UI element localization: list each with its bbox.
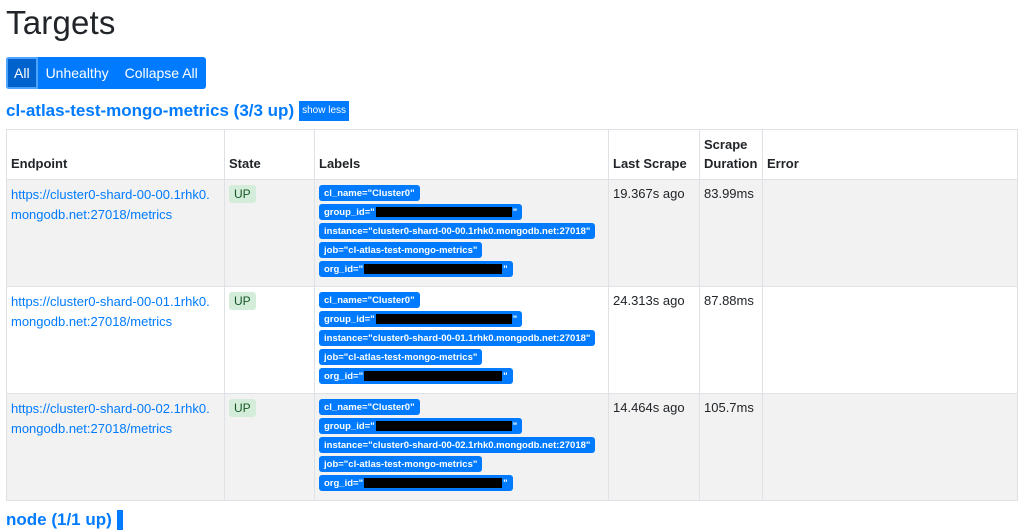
next-job-name-link[interactable]: node (1/1 up) [6, 510, 112, 530]
label-cl-name: cl_name="Cluster0" [319, 399, 420, 415]
redacted-value [364, 478, 503, 488]
label-org-id-suffix: " [503, 370, 508, 382]
last-scrape-cell: 24.313s ago [608, 286, 700, 394]
label-job: job="cl-atlas-test-mongo-metrics" [319, 242, 483, 258]
endpoint-link[interactable]: https://cluster0-shard-00-02.1rhk0. mong… [11, 401, 210, 436]
endpoint-cell: https://cluster0-shard-00-01.1rhk0. mong… [6, 286, 225, 394]
endpoint-line2: mongodb.net:27018/metrics [11, 314, 173, 329]
label-org-id-suffix: " [503, 263, 508, 275]
state-cell: UP [224, 286, 315, 394]
endpoint-line1: https://cluster0-shard-00-02.1rhk0. [11, 401, 210, 416]
label-org-id: org_id=" " [319, 261, 513, 277]
label-instance: instance="cluster0-shard-00-01.1rhk0.mon… [319, 330, 596, 346]
targets-table: Endpoint State Labels Last Scrape Scrape… [6, 129, 1018, 501]
label-group-id: group_id=" " [319, 204, 523, 220]
endpoint-line2: mongodb.net:27018/metrics [11, 207, 173, 222]
label-group-id-prefix: group_id=" [324, 206, 375, 218]
labels-cell: cl_name="Cluster0" group_id=" " instance=… [314, 393, 609, 501]
error-cell [762, 393, 1018, 501]
redacted-value [375, 421, 512, 431]
label-org-id-suffix: " [503, 477, 508, 489]
labels-cell: cl_name="Cluster0" group_id=" " instance=… [314, 286, 609, 394]
last-scrape-cell: 19.367s ago [608, 179, 700, 287]
label-group-id-prefix: group_id=" [324, 420, 375, 432]
scrape-duration-cell: 83.99ms [699, 179, 763, 287]
last-scrape-cell: 14.464s ago [608, 393, 700, 501]
scrape-duration-cell: 87.88ms [699, 286, 763, 394]
labels-cell: cl_name="Cluster0" group_id=" " instance=… [314, 179, 609, 287]
label-org-id-prefix: org_id=" [324, 477, 364, 489]
filter-all-button[interactable]: All [6, 57, 38, 89]
label-job: job="cl-atlas-test-mongo-metrics" [319, 456, 483, 472]
endpoint-line2: mongodb.net:27018/metrics [11, 421, 173, 436]
label-org-id-prefix: org_id=" [324, 370, 364, 382]
filter-unhealthy-button[interactable]: Unhealthy [37, 57, 117, 89]
table-row: https://cluster0-shard-00-00.1rhk0. mong… [6, 179, 1018, 287]
label-group-id-suffix: " [512, 206, 518, 218]
header-error: Error [762, 129, 1018, 180]
label-org-id-prefix: org_id=" [324, 263, 364, 275]
label-org-id: org_id=" " [319, 368, 513, 384]
header-last-scrape: Last Scrape [608, 129, 700, 180]
redacted-value [375, 314, 512, 324]
redacted-value [364, 264, 503, 274]
header-state: State [224, 129, 315, 180]
label-group-id-suffix: " [512, 420, 518, 432]
state-badge: UP [229, 292, 256, 310]
redacted-value [364, 371, 503, 381]
scrape-duration-cell: 105.7ms [699, 393, 763, 501]
endpoint-cell: https://cluster0-shard-00-02.1rhk0. mong… [6, 393, 225, 501]
header-labels: Labels [314, 129, 609, 180]
filter-button-group: All Unhealthy Collapse All [6, 57, 206, 89]
endpoint-line1: https://cluster0-shard-00-01.1rhk0. [11, 294, 210, 309]
next-job-toggle-button[interactable] [116, 510, 123, 530]
label-job: job="cl-atlas-test-mongo-metrics" [319, 349, 483, 365]
label-group-id-suffix: " [512, 313, 518, 325]
error-cell [762, 179, 1018, 287]
header-scrape-duration: Scrape Duration [699, 129, 763, 180]
endpoint-line1: https://cluster0-shard-00-00.1rhk0. [11, 187, 210, 202]
job-header: cl-atlas-test-mongo-metrics (3/3 up) sho… [6, 101, 350, 121]
label-instance: instance="cluster0-shard-00-00.1rhk0.mon… [319, 223, 596, 239]
label-group-id-prefix: group_id=" [324, 313, 375, 325]
header-scrape-duration-line2: Duration [704, 156, 758, 171]
next-job-header: node (1/1 up) [6, 510, 123, 530]
redacted-value [375, 207, 512, 217]
label-cl-name: cl_name="Cluster0" [319, 292, 420, 308]
state-cell: UP [224, 179, 315, 287]
label-group-id: group_id=" " [319, 311, 523, 327]
table-row: https://cluster0-shard-00-01.1rhk0. mong… [6, 286, 1018, 394]
label-cl-name: cl_name="Cluster0" [319, 185, 420, 201]
show-less-button[interactable]: show less [299, 101, 350, 121]
state-badge: UP [229, 399, 256, 417]
collapse-all-button[interactable]: Collapse All [116, 57, 206, 89]
endpoint-link[interactable]: https://cluster0-shard-00-01.1rhk0. mong… [11, 294, 210, 329]
label-org-id: org_id=" " [319, 475, 513, 491]
labels-list: cl_name="Cluster0" group_id=" " instance=… [319, 292, 604, 384]
page-title: Targets [6, 4, 116, 41]
label-instance: instance="cluster0-shard-00-02.1rhk0.mon… [319, 437, 596, 453]
endpoint-link[interactable]: https://cluster0-shard-00-00.1rhk0. mong… [11, 187, 210, 222]
error-cell [762, 286, 1018, 394]
header-scrape-duration-line1: Scrape [704, 137, 748, 152]
endpoint-cell: https://cluster0-shard-00-00.1rhk0. mong… [6, 179, 225, 287]
state-cell: UP [224, 393, 315, 501]
table-row: https://cluster0-shard-00-02.1rhk0. mong… [6, 393, 1018, 501]
state-badge: UP [229, 185, 256, 203]
table-header-row: Endpoint State Labels Last Scrape Scrape… [6, 129, 1018, 180]
labels-list: cl_name="Cluster0" group_id=" " instance=… [319, 185, 604, 277]
labels-list: cl_name="Cluster0" group_id=" " instance=… [319, 399, 604, 491]
header-endpoint: Endpoint [6, 129, 225, 180]
label-group-id: group_id=" " [319, 418, 523, 434]
job-name-link[interactable]: cl-atlas-test-mongo-metrics (3/3 up) [6, 101, 294, 121]
